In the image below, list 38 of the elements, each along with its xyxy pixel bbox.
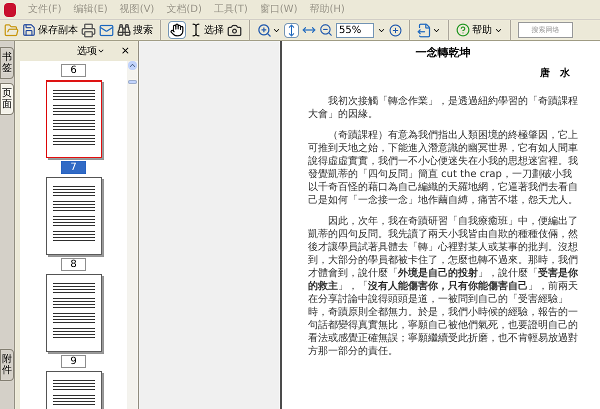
save-copy-button[interactable]: 保存副本: [22, 22, 78, 38]
body-paragraph: 因此，次年，我在奇蹟研習「自我療癒班」中，便編出了凱蒂的四句反問。我先讀了兩天小我皆由自欺的種種伎倆，然後才讓學員試著具體去「轉」心裡對某人或某事的批判。沒想到，大部分的學員都被卡住了，怎麼也轉不過來。那時，我們才體會到，說什麼「外境是自己的投射」，說什麼「受害是你的救主」，「沒有人能傷害你，只有你能傷害自己」，前兩天在分享討論中說得頭頭是道，一被問到自己的「受害經驗」時，奇蹟原則全都無力。於是，我們小時候的經驗，報告的一句話都變得真實無比，寧願自己被他們氣死，也要證明自己的看法或感覺正確無誤；寧願繼續受此折磨，也不肯輕易放過對方那一部分的責任。: [308, 214, 578, 358]
scrollbar[interactable]: [127, 61, 138, 409]
help-button[interactable]: 帮助: [456, 22, 503, 38]
select-tool-button[interactable]: 选择: [189, 22, 224, 38]
page-number-label[interactable]: 7: [61, 161, 86, 174]
search-button[interactable]: 搜索: [117, 22, 153, 38]
page-number-label[interactable]: 6: [61, 64, 86, 77]
caret-icon: [96, 47, 105, 55]
hand-tool-icon[interactable]: [168, 21, 186, 39]
page-number-label[interactable]: 9: [61, 355, 86, 368]
help-icon: [456, 23, 470, 37]
side-tab[interactable]: 书签: [0, 47, 14, 79]
binoculars-icon: [117, 23, 131, 37]
side-tab[interactable]: 附件: [0, 349, 14, 381]
side-tab[interactable]: 页面: [0, 83, 14, 115]
page-thumbnail[interactable]: [46, 274, 102, 352]
zoom-field[interactable]: 55%: [336, 22, 374, 38]
document-title: 一念轉乾坤: [414, 45, 472, 61]
zoom-plus-icon[interactable]: [389, 24, 402, 36]
document-author: 唐 水: [539, 66, 571, 80]
email-icon[interactable]: [99, 22, 114, 38]
camera-icon[interactable]: [227, 22, 242, 38]
page-export-icon[interactable]: [417, 22, 441, 38]
scroll-up-icon[interactable]: [128, 61, 137, 70]
options-menu-button[interactable]: 选项: [76, 44, 105, 58]
print-icon[interactable]: [81, 22, 96, 38]
close-button[interactable]: ×: [120, 42, 130, 60]
zoom-in-icon[interactable]: [257, 22, 281, 38]
scroll-thumb[interactable]: [128, 80, 137, 84]
page-thumbnail[interactable]: [46, 177, 102, 255]
page-thumbnail[interactable]: [46, 80, 102, 158]
fit-page-icon[interactable]: [284, 22, 299, 38]
zoom-out-icon[interactable]: [319, 23, 333, 37]
pdf-logo-icon: [4, 2, 16, 16]
body-paragraph: 我初次接觸「轉念作業」，是透過紐約學習的「奇蹟課程大會」的因緣。: [308, 94, 578, 120]
body-paragraph: （奇蹟課程）有意為我們指出人類困境的終極肇因，它上可推到天地之始，下能進入潛意識的幽冥世界，它有如人間車說得虛虛實實，我們一不小心便迷失在小我的思想迷宮裡。我發覺凱蒂的「四句反問」簡直 cut the crap，一刀劃破小我以千奇百怪的藉口為自己編織的天羅地網，它逼著我們去看自己是如何「一念接一念」地作繭自縛，痛苦不堪，怨天尤人。: [308, 128, 578, 206]
page-number-label[interactable]: 8: [61, 258, 86, 271]
